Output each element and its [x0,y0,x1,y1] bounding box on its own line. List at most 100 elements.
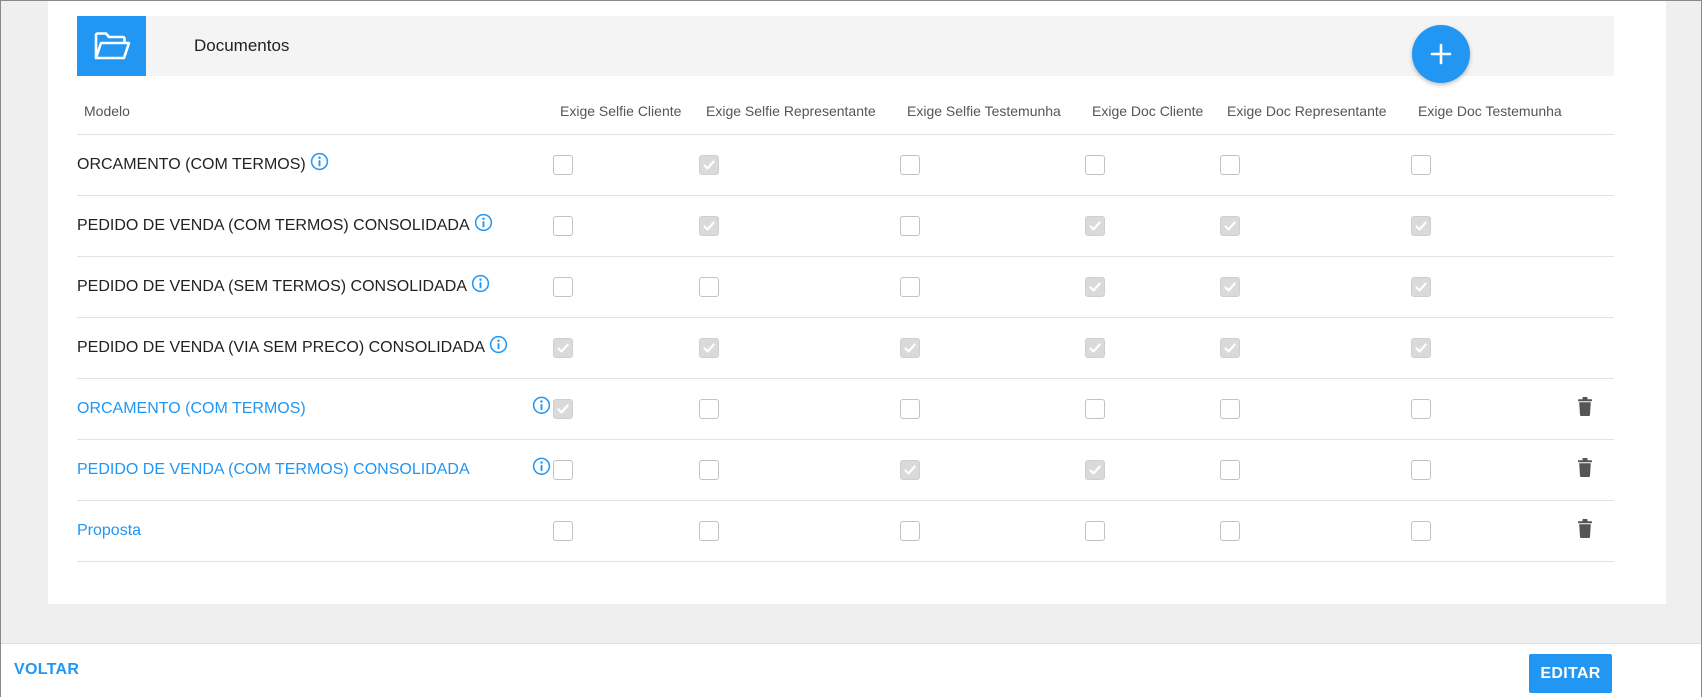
checkbox-cell [699,439,900,501]
info-icon[interactable] [532,457,551,481]
checkbox-5[interactable] [1220,521,1240,541]
table-row: PEDIDO DE VENDA (COM TERMOS) CONSOLIDADA [77,439,1614,501]
model-cell: ORCAMENTO (COM TERMOS) [77,378,553,440]
checkbox-cell [699,195,900,257]
checkbox-cell [1085,500,1220,562]
checkbox-cell [1411,378,1578,440]
folder-open-icon [94,32,130,60]
checkbox-4[interactable] [1085,277,1105,297]
model-label: PEDIDO DE VENDA (VIA SEM PRECO) CONSOLID… [77,339,486,357]
checkbox-4[interactable] [1085,338,1105,358]
checkbox-5[interactable] [1220,216,1240,236]
checkbox-3[interactable] [900,155,920,175]
checkbox-5[interactable] [1220,277,1240,297]
checkbox-1[interactable] [553,277,573,297]
checkbox-2[interactable] [699,460,719,480]
actions-cell [1578,134,1614,196]
checkbox-4[interactable] [1085,399,1105,419]
checkbox-cell [1085,256,1220,318]
checkbox-cell [1411,195,1578,257]
checkbox-2[interactable] [699,155,719,175]
checkbox-cell [900,378,1085,440]
info-icon[interactable] [310,152,329,176]
checkbox-5[interactable] [1220,460,1240,480]
info-icon[interactable] [474,213,493,237]
checkbox-1[interactable] [553,521,573,541]
checkbox-4[interactable] [1085,460,1105,480]
table-row: PEDIDO DE VENDA (VIA SEM PRECO) CONSOLID… [77,317,1614,379]
checkbox-cell [900,317,1085,379]
back-button[interactable]: VOLTAR [14,661,79,679]
plus-icon [1430,43,1452,65]
checkbox-2[interactable] [699,399,719,419]
section-header: Documentos [77,16,1614,76]
checkbox-cell [1220,500,1411,562]
actions-cell [1578,317,1614,379]
checkbox-1[interactable] [553,338,573,358]
checkbox-6[interactable] [1411,216,1431,236]
checkbox-3[interactable] [900,338,920,358]
model-link[interactable]: Proposta [77,522,141,539]
checkbox-cell [1085,378,1220,440]
info-icon[interactable] [532,396,551,420]
checkbox-4[interactable] [1085,216,1105,236]
info-icon[interactable] [471,274,490,298]
checkbox-2[interactable] [699,277,719,297]
checkbox-4[interactable] [1085,155,1105,175]
table-row: ORCAMENTO (COM TERMOS) [77,134,1614,196]
checkbox-cell [900,134,1085,196]
checkbox-6[interactable] [1411,277,1431,297]
checkbox-cell [1085,317,1220,379]
checkbox-1[interactable] [553,399,573,419]
table-row: PEDIDO DE VENDA (SEM TERMOS) CONSOLIDADA [77,256,1614,318]
checkbox-1[interactable] [553,460,573,480]
checkbox-2[interactable] [699,521,719,541]
checkbox-6[interactable] [1411,155,1431,175]
checkbox-cell [900,256,1085,318]
checkbox-cell [1411,439,1578,501]
checkbox-3[interactable] [900,521,920,541]
checkbox-5[interactable] [1220,399,1240,419]
model-link[interactable]: ORCAMENTO (COM TERMOS) [77,400,306,417]
checkbox-1[interactable] [553,155,573,175]
checkbox-3[interactable] [900,399,920,419]
checkbox-cell [553,378,699,440]
trash-icon[interactable] [1578,519,1592,543]
checkbox-6[interactable] [1411,460,1431,480]
trash-icon[interactable] [1578,458,1592,482]
checkbox-2[interactable] [699,216,719,236]
model-link[interactable]: PEDIDO DE VENDA (COM TERMOS) CONSOLIDADA [77,461,470,478]
checkbox-4[interactable] [1085,521,1105,541]
info-icon[interactable] [489,335,508,359]
checkbox-cell [900,439,1085,501]
checkbox-5[interactable] [1220,338,1240,358]
folder-badge [77,16,146,76]
checkbox-3[interactable] [900,460,920,480]
model-cell: PEDIDO DE VENDA (VIA SEM PRECO) CONSOLID… [77,317,553,379]
checkbox-cell [1411,256,1578,318]
edit-button[interactable]: EDITAR [1529,654,1612,693]
checkbox-cell [1220,256,1411,318]
checkbox-2[interactable] [699,338,719,358]
actions-cell [1578,500,1614,562]
checkbox-6[interactable] [1411,399,1431,419]
checkbox-cell [553,195,699,257]
table-row: ORCAMENTO (COM TERMOS) [77,378,1614,440]
checkbox-cell [1085,134,1220,196]
documents-card: Documentos Modelo Exige Selfie Cliente Exi… [48,1,1666,604]
checkbox-6[interactable] [1411,521,1431,541]
trash-icon[interactable] [1578,397,1592,421]
column-header-modelo: Modelo [77,87,553,135]
model-cell: ORCAMENTO (COM TERMOS) [77,134,553,196]
checkbox-1[interactable] [553,216,573,236]
checkbox-cell [1085,439,1220,501]
checkbox-5[interactable] [1220,155,1240,175]
add-document-button[interactable] [1412,25,1470,83]
checkbox-3[interactable] [900,277,920,297]
checkbox-6[interactable] [1411,338,1431,358]
checkbox-3[interactable] [900,216,920,236]
checkbox-cell [1220,439,1411,501]
checkbox-cell [553,500,699,562]
model-cell: PEDIDO DE VENDA (SEM TERMOS) CONSOLIDADA [77,256,553,318]
table-row: Proposta [77,500,1614,562]
